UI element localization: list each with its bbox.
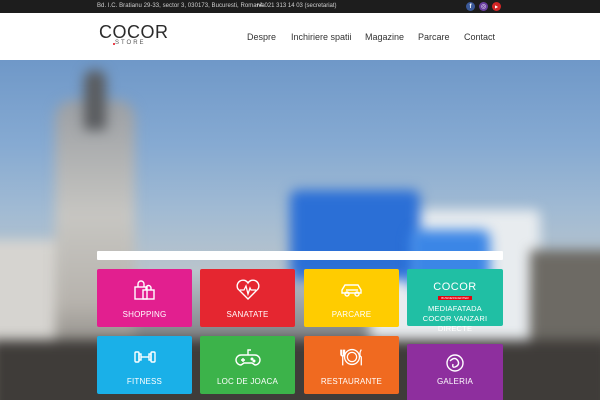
tile-label: SHOPPING [122, 310, 167, 319]
background-street [0, 340, 600, 400]
galeria-logo-icon [442, 352, 468, 374]
tile-label-line: COCOR VANZARI [422, 314, 488, 323]
background-spire [84, 70, 106, 130]
tile-loc-de-joaca[interactable]: LOC DE JOACA [200, 336, 295, 394]
white-divider-bar [97, 251, 503, 260]
shopping-bags-icon [132, 279, 158, 301]
tile-mediafatada[interactable]: COCOR BUSINESSCENTER MEDIAFATADA COCOR V… [407, 269, 503, 333]
cocor-business-center-logo: COCOR BUSINESSCENTER [433, 277, 476, 300]
youtube-icon[interactable]: ▶ [492, 2, 501, 11]
heart-pulse-icon [235, 279, 261, 301]
nav-despre[interactable]: Despre [247, 32, 276, 42]
media-logo-text: COCOR [433, 281, 477, 293]
background-facade [290, 190, 420, 280]
tile-label-line: MEDIAFATADA [427, 304, 482, 313]
tile-sanatate[interactable]: SANATATE [200, 269, 295, 327]
site-logo[interactable]: COCOR STORE [99, 22, 174, 52]
tile-label: MEDIAFATADA COCOR VANZARI DIRECTE [423, 304, 488, 334]
nav-parcare[interactable]: Parcare [418, 32, 450, 42]
site-header: COCOR STORE Despre Inchiriere spatii Mag… [0, 13, 600, 60]
address-text: Bd. I.C. Bratianu 29-33, sector 3, 03017… [97, 3, 265, 9]
hero-background-image [0, 60, 600, 400]
nav-inchiriere-spatii[interactable]: Inchiriere spatii [291, 32, 352, 42]
gamepad-icon [234, 346, 261, 368]
car-icon [339, 279, 365, 301]
dumbbell-icon [132, 346, 158, 368]
tile-label: RESTAURANTE [320, 377, 383, 386]
tile-restaurante[interactable]: RESTAURANTE [304, 336, 399, 394]
tile-label-line: DIRECTE [437, 324, 473, 333]
facebook-icon[interactable]: f [466, 2, 475, 11]
tile-label: FITNESS [126, 377, 163, 386]
tile-label: GALERIA [436, 377, 474, 386]
media-logo-sub: BUSINESSCENTER [437, 296, 472, 300]
tile-fitness[interactable]: FITNESS [97, 336, 192, 394]
tile-label: LOC DE JOACA [216, 377, 279, 386]
tile-label: PARCARE [331, 310, 372, 319]
tile-parcare[interactable]: PARCARE [304, 269, 399, 327]
top-info-bar: Bd. I.C. Bratianu 29-33, sector 3, 03017… [0, 0, 600, 13]
plate-cutlery-icon [339, 346, 365, 368]
tile-shopping[interactable]: SHOPPING [97, 269, 192, 327]
logo-sub-text: STORE [115, 40, 146, 46]
nav-magazine[interactable]: Magazine [365, 32, 404, 42]
nav-contact[interactable]: Contact [464, 32, 495, 42]
tile-galeria[interactable]: GALERIA [407, 344, 503, 400]
phone-text[interactable]: +4 021 313 14 03 (secretariat) [256, 3, 337, 9]
instagram-icon[interactable]: ◎ [479, 2, 488, 11]
tile-label: SANATATE [226, 310, 269, 319]
